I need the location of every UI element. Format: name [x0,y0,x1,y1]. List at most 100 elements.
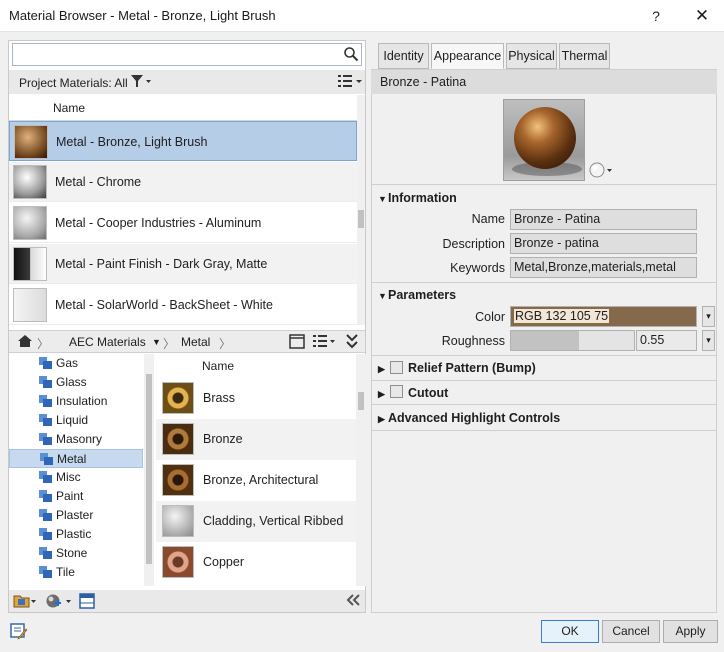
roughness-slider[interactable] [510,330,635,351]
chevron-right-icon: 〉 [163,337,176,351]
material-editor-icon[interactable] [10,622,28,643]
library-material-row[interactable]: Bronze, Architectural [156,460,356,501]
project-material-row[interactable]: Metal - SolarWorld - BackSheet - White [9,285,357,325]
material-thumbnail [162,382,194,414]
tree-item-label: Paint [56,489,84,503]
color-value: RGB 132 105 75 [514,309,610,323]
tree-item-insulation[interactable]: Insulation [9,392,143,411]
chevron-down-icon[interactable]: ▼ [152,337,161,347]
scrollbar-thumb[interactable] [358,210,364,228]
library-material-row[interactable]: Cladding, Vertical Ribbed [156,501,356,542]
tree-item-misc[interactable]: Misc [9,468,143,487]
section-title: Information [388,191,457,205]
tab-physical[interactable]: Physical [506,43,557,69]
cancel-button[interactable]: Cancel [602,620,660,643]
cutout-checkbox[interactable] [390,385,403,398]
parameters-section-header[interactable]: ▼Parameters [378,288,456,302]
preview-scene-options-icon[interactable] [589,162,615,181]
tree-item-plaster[interactable]: Plaster [9,506,143,525]
color-swatch-field[interactable]: RGB 132 105 75 [510,306,697,327]
section-divider [372,184,716,185]
scrollbar-thumb[interactable] [358,392,364,410]
material-thumbnail [162,505,194,537]
library-scrollbar[interactable] [356,354,366,586]
section-divider [372,282,716,283]
library-folder-icon[interactable] [13,593,37,612]
information-section-header[interactable]: ▼Information [378,191,457,205]
breadcrumb-item[interactable]: AEC Materials [69,335,146,349]
tree-item-tile[interactable]: Tile [9,563,143,582]
folder-icon [39,376,52,388]
project-material-row[interactable]: Metal - Chrome [9,162,357,202]
collapse-double-chevron-icon[interactable] [346,333,358,352]
collapse-left-icon[interactable] [345,592,361,611]
roughness-field[interactable]: 0.55 [636,330,697,351]
tree-item-label: Insulation [56,394,108,408]
material-name: Metal - Chrome [55,175,142,189]
library-materials-list: Name Brass Bronze Bronze, Architectural … [156,354,356,586]
tree-item-label: Glass [56,375,87,389]
name-column-header[interactable]: Name [202,359,234,373]
list-view-icon[interactable] [312,334,336,351]
tree-item-label: Stone [56,546,88,560]
close-button[interactable]: ✕ [686,4,718,28]
tab-appearance[interactable]: Appearance [431,43,504,69]
color-dropdown-icon[interactable]: ▾ [702,306,715,327]
project-material-row[interactable]: Metal - Cooper Industries - Aluminum [9,203,357,243]
tree-item-paint[interactable]: Paint [9,487,143,506]
tree-item-stone[interactable]: Stone [9,544,143,563]
tree-item-gas[interactable]: Gas [9,354,143,373]
filter-icon[interactable] [130,74,152,91]
advanced-highlight-section-header[interactable]: ▶ Advanced Highlight Controls [378,411,560,425]
material-thumbnail [13,247,47,281]
expanded-triangle-icon: ▼ [378,291,387,301]
home-icon[interactable] [17,334,33,351]
tree-item-glass[interactable]: Glass [9,373,143,392]
tree-item-masonry[interactable]: Masonry [9,430,143,449]
material-name: Metal - Paint Finish - Dark Gray, Matte [55,257,268,271]
material-thumbnail [162,464,194,496]
material-editor-toggle-icon[interactable] [79,593,95,612]
tree-item-label: Masonry [56,432,103,446]
scrollbar-thumb[interactable] [146,374,152,564]
folder-icon [39,357,52,369]
project-materials-header: Name [9,95,357,121]
folder-icon [39,395,52,407]
apply-button[interactable]: Apply [663,620,718,643]
relief-pattern-checkbox[interactable] [390,361,403,374]
tab-identity[interactable]: Identity [378,43,429,69]
tree-item-liquid[interactable]: Liquid [9,411,143,430]
tree-item-metal[interactable]: Metal [9,449,143,468]
breadcrumb-item[interactable]: Metal [181,335,210,349]
view-options-icon[interactable] [337,74,363,91]
project-material-row[interactable]: Metal - Paint Finish - Dark Gray, Matte [9,244,357,284]
section-divider [372,404,716,405]
relief-pattern-section-header[interactable]: ▶ [378,361,388,375]
keywords-field[interactable]: Metal,Bronze,materials,metal [510,257,697,278]
library-material-row[interactable]: Bronze [156,419,356,460]
material-preview[interactable] [503,99,585,181]
library-material-row[interactable]: Brass [156,378,356,419]
search-input[interactable] [12,43,362,66]
chevron-right-icon: 〉 [219,337,232,351]
roughness-slider-fill [511,331,579,350]
name-column-header[interactable]: Name [53,101,85,115]
cutout-section-header[interactable]: ▶ [378,386,388,400]
material-name: Metal - SolarWorld - BackSheet - White [55,298,273,312]
create-material-icon[interactable] [45,593,73,612]
material-name: Bronze, Architectural [203,473,319,487]
tree-item-plastic[interactable]: Plastic [9,525,143,544]
project-material-row[interactable]: Metal - Bronze, Light Brush [9,121,357,161]
tab-thermal[interactable]: Thermal [559,43,610,69]
ok-button[interactable]: OK [541,620,599,643]
description-field[interactable]: Bronze - patina [510,233,697,254]
search-icon[interactable] [343,46,359,62]
material-name: Brass [203,391,235,405]
folder-icon [40,453,53,465]
panel-toggle-icon[interactable] [289,334,305,352]
help-button[interactable]: ? [640,4,672,28]
library-material-row[interactable]: Copper [156,542,356,583]
roughness-dropdown-icon[interactable]: ▾ [702,330,715,351]
project-materials-label: Project Materials: All [19,76,128,90]
name-field[interactable]: Bronze - Patina [510,209,697,230]
